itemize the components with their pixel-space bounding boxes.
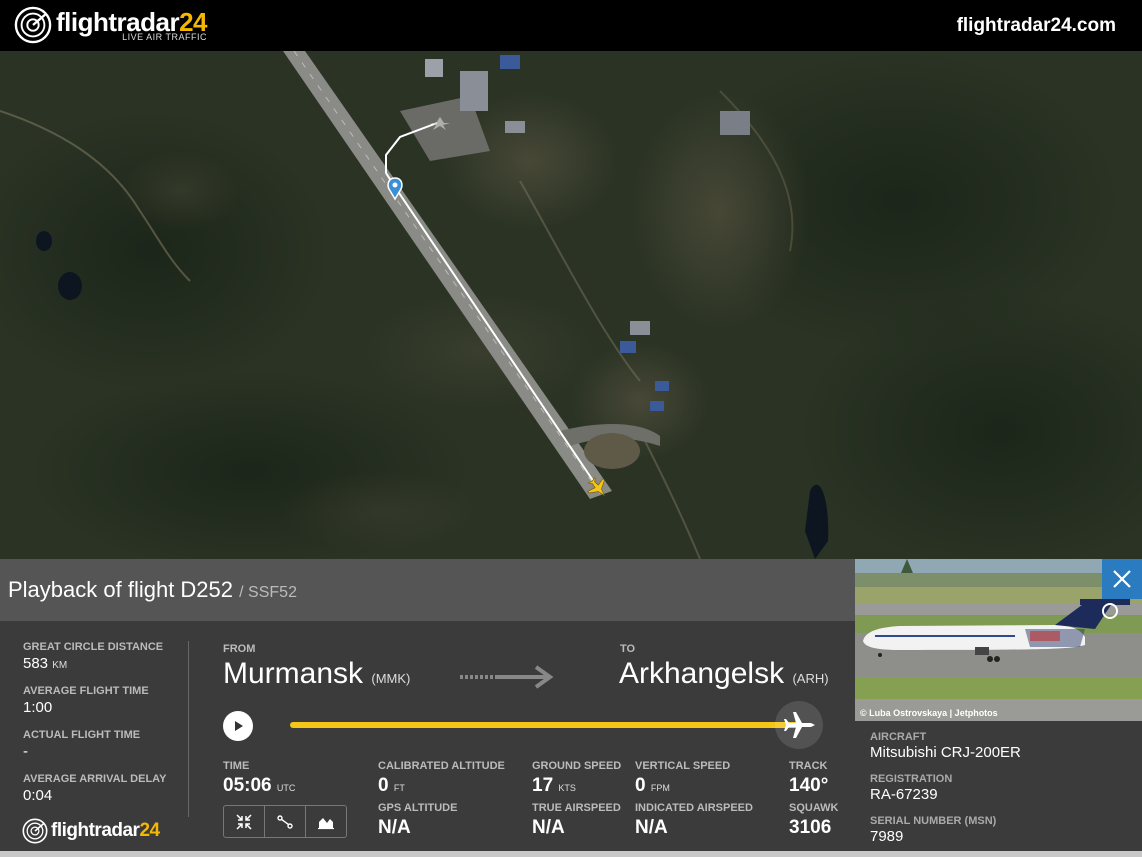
- telemetry-ground-speed: GROUND SPEED 17 KTS: [532, 760, 621, 797]
- registration-value: RA-67239: [870, 786, 938, 803]
- aircraft-panel: © Luba Ostrovskaya | Jetphotos AIRCRAFT …: [855, 559, 1142, 857]
- brand-name: flightradar: [51, 820, 140, 841]
- stat-value: 583: [23, 655, 49, 672]
- destination-iata: (ARH): [792, 671, 829, 686]
- telemetry-indicated-airspeed: INDICATED AIRSPEED N/A: [635, 802, 753, 839]
- indicated-airspeed-value: N/A: [635, 817, 668, 838]
- panel-header: Playback of flight D252 / SSF52: [0, 559, 855, 621]
- ground-speed-unit: KTS: [558, 783, 576, 793]
- track-label: TRACK: [789, 760, 828, 772]
- stat-distance: GREAT CIRCLE DISTANCE 583 KM: [23, 641, 183, 672]
- playback-slider-handle[interactable]: [775, 701, 823, 749]
- stat-actual-time: ACTUAL FLIGHT TIME -: [23, 729, 183, 760]
- telemetry-time: TIME 05:06 UTC: [223, 760, 295, 797]
- graph-icon: [318, 817, 334, 829]
- stat-label: ACTUAL FLIGHT TIME: [23, 729, 141, 741]
- panel-title: Playback of flight D252 / SSF52: [8, 577, 297, 603]
- stat-value: 0:04: [23, 787, 53, 804]
- telemetry-squawk: SQUAWK 3106: [789, 802, 839, 839]
- cal-alt-label: CALIBRATED ALTITUDE: [378, 760, 505, 772]
- callsign: / SSF52: [239, 584, 297, 601]
- serial-number-value: 7989: [870, 828, 904, 845]
- bottom-strip: [0, 851, 1142, 857]
- aircraft-type-value: Mitsubishi CRJ-200ER: [870, 744, 1021, 761]
- origin-iata: (MMK): [371, 671, 411, 686]
- destination-city-name: Arkhangelsk: [619, 657, 785, 690]
- top-bar: flightradar24 LIVE AIR TRAFFIC flightrad…: [0, 0, 1142, 51]
- indicated-airspeed-label: INDICATED AIRSPEED: [635, 802, 753, 814]
- radar-icon: [22, 818, 48, 844]
- track-value: 140°: [789, 775, 829, 796]
- altitude-graph-button[interactable]: [306, 806, 346, 837]
- origin-city[interactable]: Murmansk (MMK): [223, 657, 410, 691]
- vertical-speed-value: 0: [635, 775, 646, 796]
- gps-alt-label: GPS ALTITUDE: [378, 802, 458, 814]
- radar-icon: [14, 6, 52, 44]
- to-label: TO: [620, 643, 636, 655]
- true-airspeed-value: N/A: [532, 817, 565, 838]
- time-label: TIME: [223, 760, 250, 772]
- flight-panel: Playback of flight D252 / SSF52 GREAT CI…: [0, 559, 855, 857]
- play-icon: [235, 721, 243, 731]
- close-icon: [1113, 570, 1131, 588]
- cal-alt-value: 0: [378, 775, 389, 796]
- aircraft-photo[interactable]: © Luba Ostrovskaya | Jetphotos: [855, 559, 1142, 721]
- cal-alt-unit: FT: [393, 783, 405, 793]
- squawk-value: 3106: [789, 817, 832, 838]
- stat-label: AVERAGE ARRIVAL DELAY: [23, 773, 167, 785]
- stat-unit: KM: [52, 660, 68, 671]
- telemetry-gps-altitude: GPS ALTITUDE N/A: [378, 802, 457, 839]
- airplane-icon: [784, 712, 815, 738]
- flightradar24-logo-small: flightradar24: [22, 818, 160, 844]
- vertical-speed-unit: FPM: [650, 783, 670, 793]
- flight-stats: GREAT CIRCLE DISTANCE 583 KM AVERAGE FLI…: [23, 641, 183, 817]
- fit-view-button[interactable]: [224, 806, 265, 837]
- from-label: FROM: [223, 643, 256, 655]
- ground-speed-value: 17: [532, 775, 554, 796]
- squawk-label: SQUAWK: [789, 802, 839, 814]
- view-controls: [223, 805, 347, 838]
- true-airspeed-label: TRUE AIRSPEED: [532, 802, 621, 814]
- stat-value: -: [23, 743, 28, 760]
- stat-label: AVERAGE FLIGHT TIME: [23, 685, 149, 697]
- flightradar24-logo[interactable]: flightradar24 LIVE AIR TRAFFIC: [14, 6, 207, 44]
- serial-number-label: SERIAL NUMBER (MSN): [870, 815, 997, 827]
- divider: [188, 641, 189, 817]
- compress-arrows-icon: [236, 813, 252, 830]
- route-icon: [277, 814, 293, 829]
- gps-alt-value: N/A: [378, 817, 411, 838]
- satellite-map[interactable]: [0, 51, 1142, 559]
- stat-avg-time: AVERAGE FLIGHT TIME 1:00: [23, 685, 183, 716]
- telemetry-calibrated-altitude: CALIBRATED ALTITUDE 0 FT: [378, 760, 505, 797]
- origin-city-name: Murmansk: [223, 657, 364, 690]
- telemetry-true-airspeed: TRUE AIRSPEED N/A: [532, 802, 621, 839]
- photo-credit[interactable]: © Luba Ostrovskaya | Jetphotos: [860, 708, 998, 718]
- ground-speed-label: GROUND SPEED: [532, 760, 622, 772]
- vertical-speed-label: VERTICAL SPEED: [635, 760, 731, 772]
- aircraft-type-label: AIRCRAFT: [870, 731, 927, 743]
- destination-city[interactable]: Arkhangelsk (ARH): [619, 657, 829, 691]
- flight-title: Playback of flight D252: [8, 577, 234, 602]
- playback-slider[interactable]: [290, 722, 802, 728]
- telemetry-vertical-speed: VERTICAL SPEED 0 FPM: [635, 760, 730, 797]
- route-button[interactable]: [265, 806, 306, 837]
- brand-number: 24: [139, 820, 160, 841]
- route-arrow-icon: [460, 665, 554, 689]
- stat-arrival-delay: AVERAGE ARRIVAL DELAY 0:04: [23, 773, 183, 804]
- registration-label: REGISTRATION: [870, 773, 953, 785]
- site-url[interactable]: flightradar24.com: [957, 15, 1116, 37]
- time-value: 05:06: [223, 775, 272, 796]
- stat-value: 1:00: [23, 699, 53, 716]
- close-button[interactable]: [1102, 559, 1142, 599]
- telemetry-track: TRACK 140°: [789, 760, 828, 797]
- time-unit: UTC: [276, 783, 296, 793]
- aircraft-info: AIRCRAFT Mitsubishi CRJ-200ER REGISTRATI…: [870, 731, 1021, 857]
- play-button[interactable]: [223, 711, 253, 741]
- stat-label: GREAT CIRCLE DISTANCE: [23, 641, 164, 653]
